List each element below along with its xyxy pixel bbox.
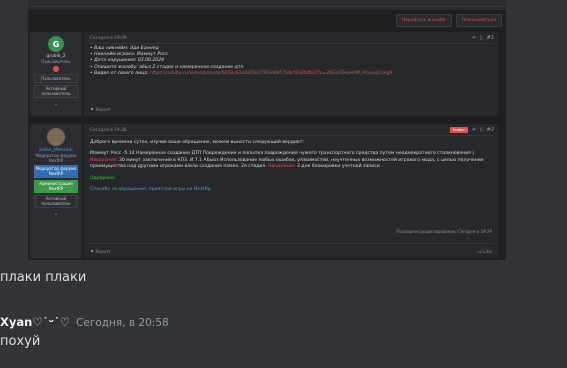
video-label: • Видео от своего лица: — [90, 70, 150, 76]
message-timestamp: Сегодня, в 20:58 — [76, 317, 169, 329]
message-header: Xyan♡˙ᵕ˙♡ Сегодня, в 20:58 — [0, 315, 169, 329]
user-banner: Администрация NextRP — [34, 180, 78, 193]
post-actions: Новое ⋖ ▯ #2 — [449, 127, 494, 133]
verdict-part: Маммут Росс -5.14 Намеренное создание ДТ… — [90, 151, 474, 157]
divider — [88, 135, 494, 136]
post-actions: ⋖ ▯ #1 — [472, 35, 494, 41]
punishment-label: Наказание: — [268, 164, 296, 170]
user-banner: Активный пользователь — [34, 85, 78, 98]
last-edited: Последнее редактирование: Сегодня в 19:2… — [396, 229, 492, 234]
bookmark-icon[interactable]: ▯ — [480, 127, 483, 133]
video-link[interactable]: https://rutube.ru/video/private/5059c633… — [150, 71, 393, 76]
forum-screenshot: Перейти к жалобе Пожаловаться G grobik_2… — [28, 0, 506, 260]
report-label: Report — [95, 108, 111, 113]
post-body: Доброго времени суток, изучив ваше обращ… — [90, 140, 492, 198]
divider — [88, 243, 494, 244]
approved-text: Одобрено. — [90, 175, 116, 181]
chat-message: похуй — [0, 334, 41, 349]
punishment-label: Наказание: — [90, 157, 118, 163]
user-title: Пользователь — [41, 59, 71, 64]
chat-message: плаки плаки — [0, 270, 87, 285]
forum-top-bar — [28, 0, 506, 10]
post-body: • Ваш никнейм: Эди Баннед • Никнейм игро… — [90, 46, 492, 77]
divider — [88, 43, 494, 44]
share-icon[interactable]: ⋖ — [472, 35, 476, 41]
report-link[interactable]: ⚑ Report — [90, 108, 110, 113]
complain-button[interactable]: Пожаловаться — [455, 14, 502, 27]
chevron-down-icon[interactable]: ⌄ — [30, 100, 82, 107]
message-author[interactable]: Xyan♡˙ᵕ˙♡ — [0, 315, 70, 329]
share-icon[interactable]: ⋖ — [472, 127, 476, 133]
user-banner: Пользователь — [34, 74, 78, 83]
greeting-text: Доброго времени суток, изучив ваше обращ… — [90, 140, 304, 145]
thread-actions: Перейти к жалобе Пожаловаться — [395, 14, 502, 27]
avatar[interactable] — [47, 128, 65, 146]
bookmark-icon[interactable]: ▯ — [480, 35, 483, 41]
new-badge: Новое — [449, 127, 468, 133]
post1-user-card: G grobik_2 Пользователь Пользователь Акт… — [30, 32, 82, 116]
report-link[interactable]: ⚑ Report — [90, 250, 110, 255]
status-dot — [53, 66, 59, 72]
user-banner: Модератор форума NextRP — [34, 165, 78, 178]
verdict-text: Маммут Росс -5.14 Намеренное создание ДТ… — [90, 151, 492, 170]
post-timestamp[interactable]: Сегодня в 19:28 — [90, 128, 127, 133]
like-label: Like — [483, 250, 492, 255]
report-label: Report — [95, 250, 111, 255]
post-number[interactable]: #2 — [487, 127, 494, 133]
thanks-text: Спасибо за обращение, приятной игры на N… — [90, 187, 213, 193]
verdict-part: 3 дня блокировки учетной записи — [295, 164, 380, 170]
like-button[interactable]: 👍︎ Like — [477, 250, 492, 255]
post2-user-card: Julian_Mansoni Модератор форума NextRP М… — [30, 124, 82, 258]
user-title: Модератор форума NextRP — [35, 153, 77, 163]
avatar[interactable]: G — [48, 36, 64, 52]
goto-complaint-button[interactable]: Перейти к жалобе — [395, 14, 452, 27]
post-timestamp[interactable]: Сегодня в 19:09 — [90, 36, 127, 41]
post-line: • Видео от своего лица: https://rutube.r… — [90, 71, 492, 77]
post-2: Сегодня в 19:28 Новое ⋖ ▯ #2 Доброго вре… — [84, 124, 498, 258]
chevron-down-icon[interactable]: ⌄ — [30, 210, 82, 217]
user-banner: Активный пользователь — [34, 195, 78, 208]
post-1: Сегодня в 19:09 ⋖ ▯ #1 • Ваш никнейм: Эд… — [84, 32, 498, 116]
post-number[interactable]: #1 — [487, 35, 494, 41]
